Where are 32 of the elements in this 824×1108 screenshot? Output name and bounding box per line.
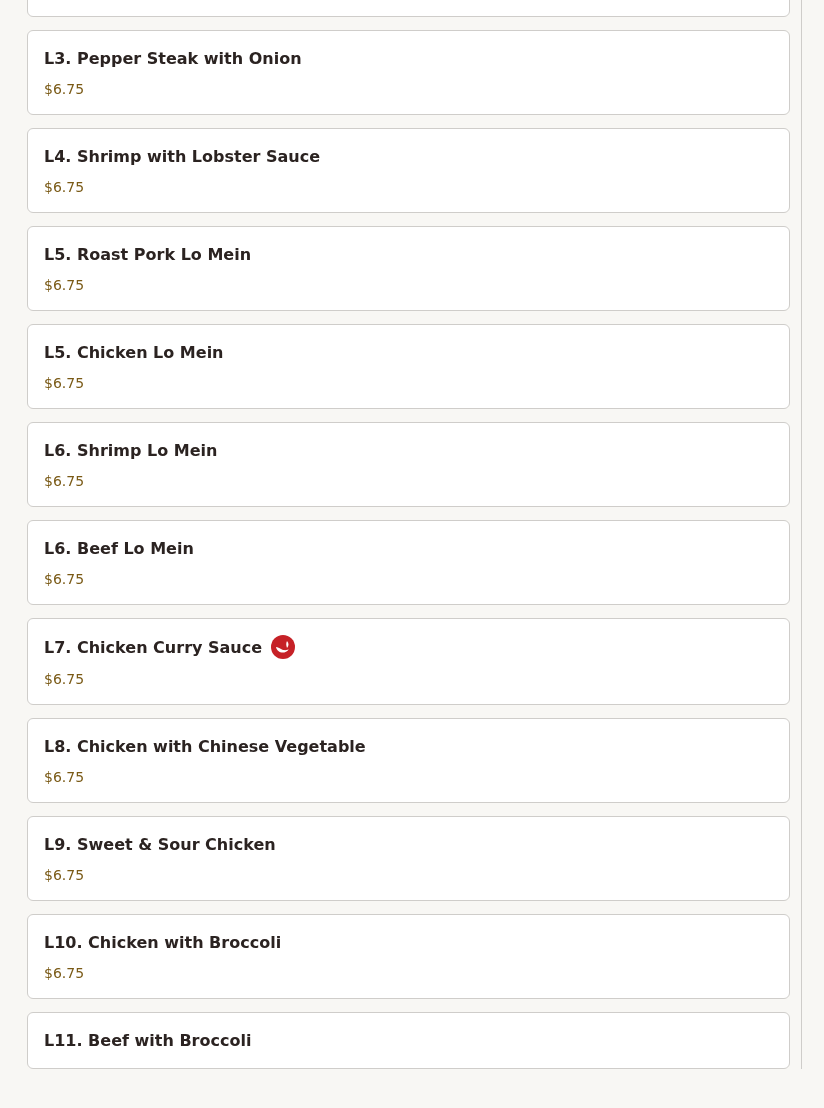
item-price: $6.75 <box>44 867 86 883</box>
item-price: $6.75 <box>44 277 86 293</box>
item-name: L5. Chicken Lo Mein <box>44 342 224 362</box>
menu-item-card[interactable]: L4. Shrimp with Lobster Sauce $6.75 <box>27 128 790 213</box>
item-price: $6.75 <box>44 571 86 587</box>
item-price: $6.75 <box>44 671 86 687</box>
menu-item-card[interactable]: L5. Chicken Lo Mein $6.75 <box>27 324 790 409</box>
item-price: $6.75 <box>44 473 86 489</box>
menu-item-card[interactable]: L5. Roast Pork Lo Mein $6.75 <box>27 226 790 311</box>
item-price: $6.75 <box>44 965 86 981</box>
menu-item-card[interactable]: L6. Beef Lo Mein $6.75 <box>27 520 790 605</box>
menu-item-card[interactable]: L3. Pepper Steak with Onion $6.75 <box>27 30 790 115</box>
menu-item-card[interactable]: L9. Sweet & Sour Chicken $6.75 <box>27 816 790 901</box>
item-price: $6.75 <box>44 769 86 785</box>
item-name: L7. Chicken Curry Sauce <box>44 637 263 657</box>
item-name: L10. Chicken with Broccoli <box>44 932 282 952</box>
item-price: $6.75 <box>44 81 86 97</box>
item-name: L5. Roast Pork Lo Mein <box>44 244 252 264</box>
menu-item-card[interactable]: L7. Chicken Curry Sauce $6.75 <box>27 618 790 705</box>
item-name: L6. Shrimp Lo Mein <box>44 440 218 460</box>
menu-item-card[interactable]: L10. Chicken with Broccoli $6.75 <box>27 914 790 999</box>
item-name: L9. Sweet & Sour Chicken <box>44 834 276 854</box>
item-name: L4. Shrimp with Lobster Sauce <box>44 146 320 166</box>
menu-item-card[interactable]: L11. Beef with Broccoli <box>27 1012 790 1069</box>
item-price: $6.75 <box>44 179 86 195</box>
menu-item-card[interactable]: L8. Chicken with Chinese Vegetable $6.75 <box>27 718 790 803</box>
item-name: L3. Pepper Steak with Onion <box>44 48 302 68</box>
item-name: L6. Beef Lo Mein <box>44 538 194 558</box>
menu-item-card[interactable]: L6. Shrimp Lo Mein $6.75 <box>27 422 790 507</box>
item-price: $6.75 <box>44 375 86 391</box>
item-name: L11. Beef with Broccoli <box>44 1030 252 1050</box>
item-name: L8. Chicken with Chinese Vegetable <box>44 736 366 756</box>
